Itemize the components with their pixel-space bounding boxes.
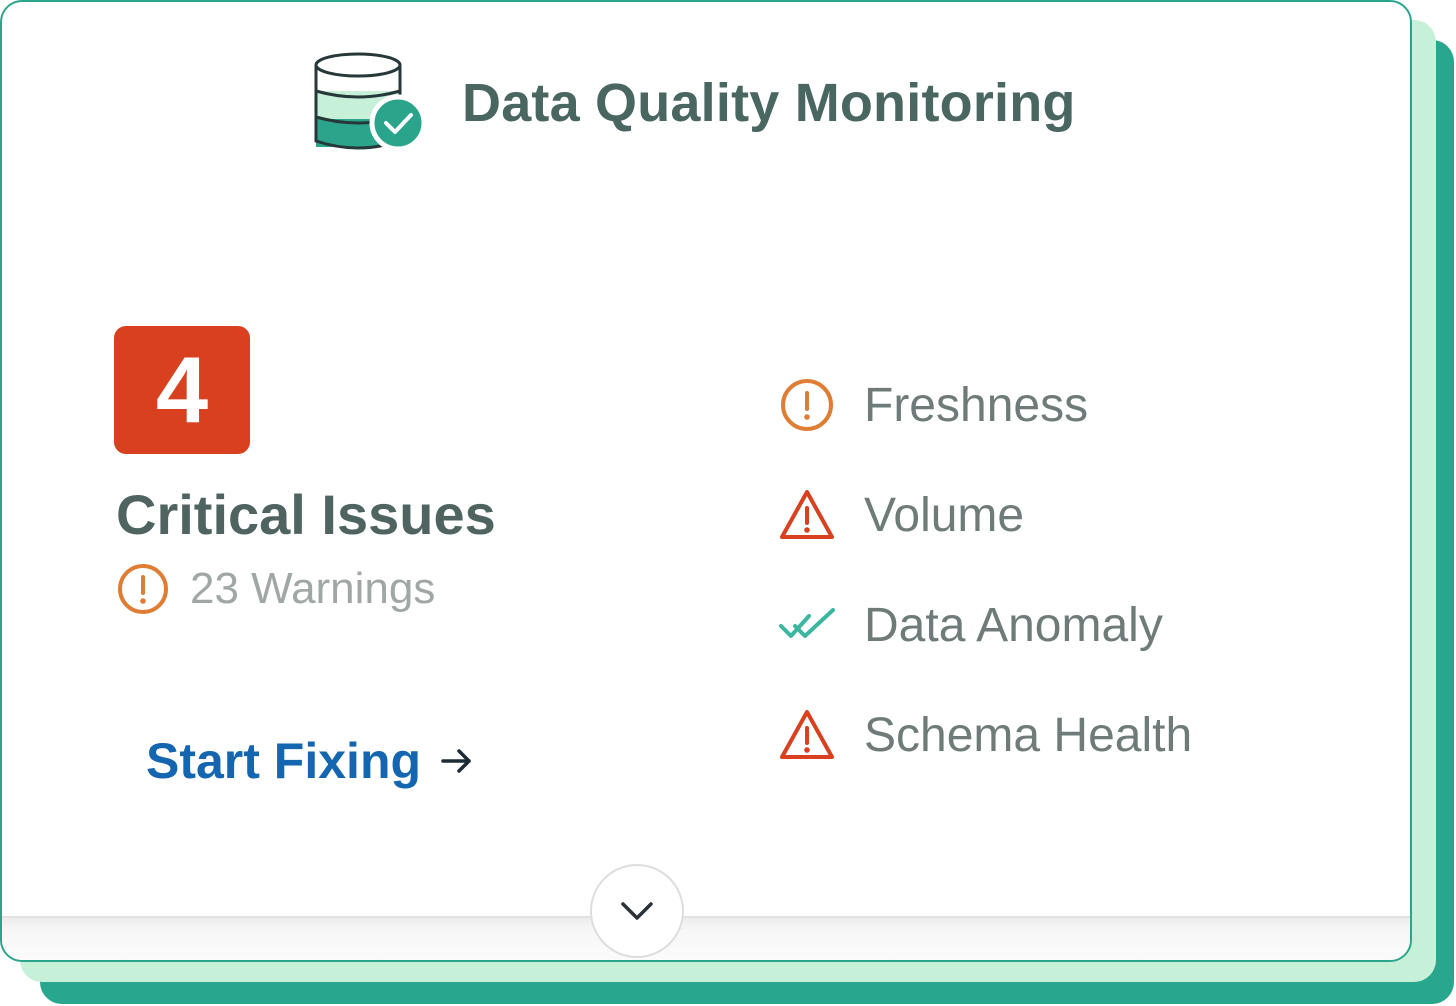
- check-label-volume: Volume: [864, 488, 1025, 542]
- checks-list: Freshness Volume Data Anomaly Schema Hea…: [778, 350, 1338, 790]
- start-fixing-link[interactable]: Start Fixing: [146, 732, 475, 790]
- arrow-right-icon: [441, 749, 471, 773]
- check-item-schema-health: Schema Health: [778, 680, 1338, 790]
- alert-triangle-icon: [780, 490, 834, 539]
- check-item-data-anomaly: Data Anomaly: [778, 570, 1338, 680]
- card-title: Data Quality Monitoring: [462, 73, 1076, 133]
- alert-circle-icon: [118, 564, 168, 614]
- warnings-summary: 23 Warnings: [116, 562, 435, 616]
- check-item-volume: Volume: [778, 460, 1338, 570]
- check-label-schema-health: Schema Health: [864, 708, 1193, 762]
- card-footer: [2, 916, 1410, 960]
- check-label-data-anomaly: Data Anomaly: [864, 598, 1163, 652]
- database-check-icon: [314, 52, 427, 152]
- start-fixing-label: Start Fixing: [146, 733, 422, 789]
- card-header: Data Quality Monitoring: [310, 48, 1076, 158]
- alert-circle-icon: [781, 379, 833, 431]
- check-item-freshness: Freshness: [778, 350, 1338, 460]
- warnings-count-text: 23 Warnings: [190, 564, 436, 613]
- check-label-freshness: Freshness: [864, 378, 1089, 432]
- critical-issues-label: Critical Issues: [116, 483, 496, 546]
- chevron-down-icon: [621, 902, 653, 920]
- alert-triangle-icon: [780, 710, 834, 759]
- critical-count-badge: 4: [114, 326, 250, 454]
- double-check-icon: [779, 608, 835, 638]
- data-quality-card: Data Quality Monitoring 4 Critical Issue…: [0, 0, 1412, 962]
- expand-button[interactable]: [590, 864, 684, 958]
